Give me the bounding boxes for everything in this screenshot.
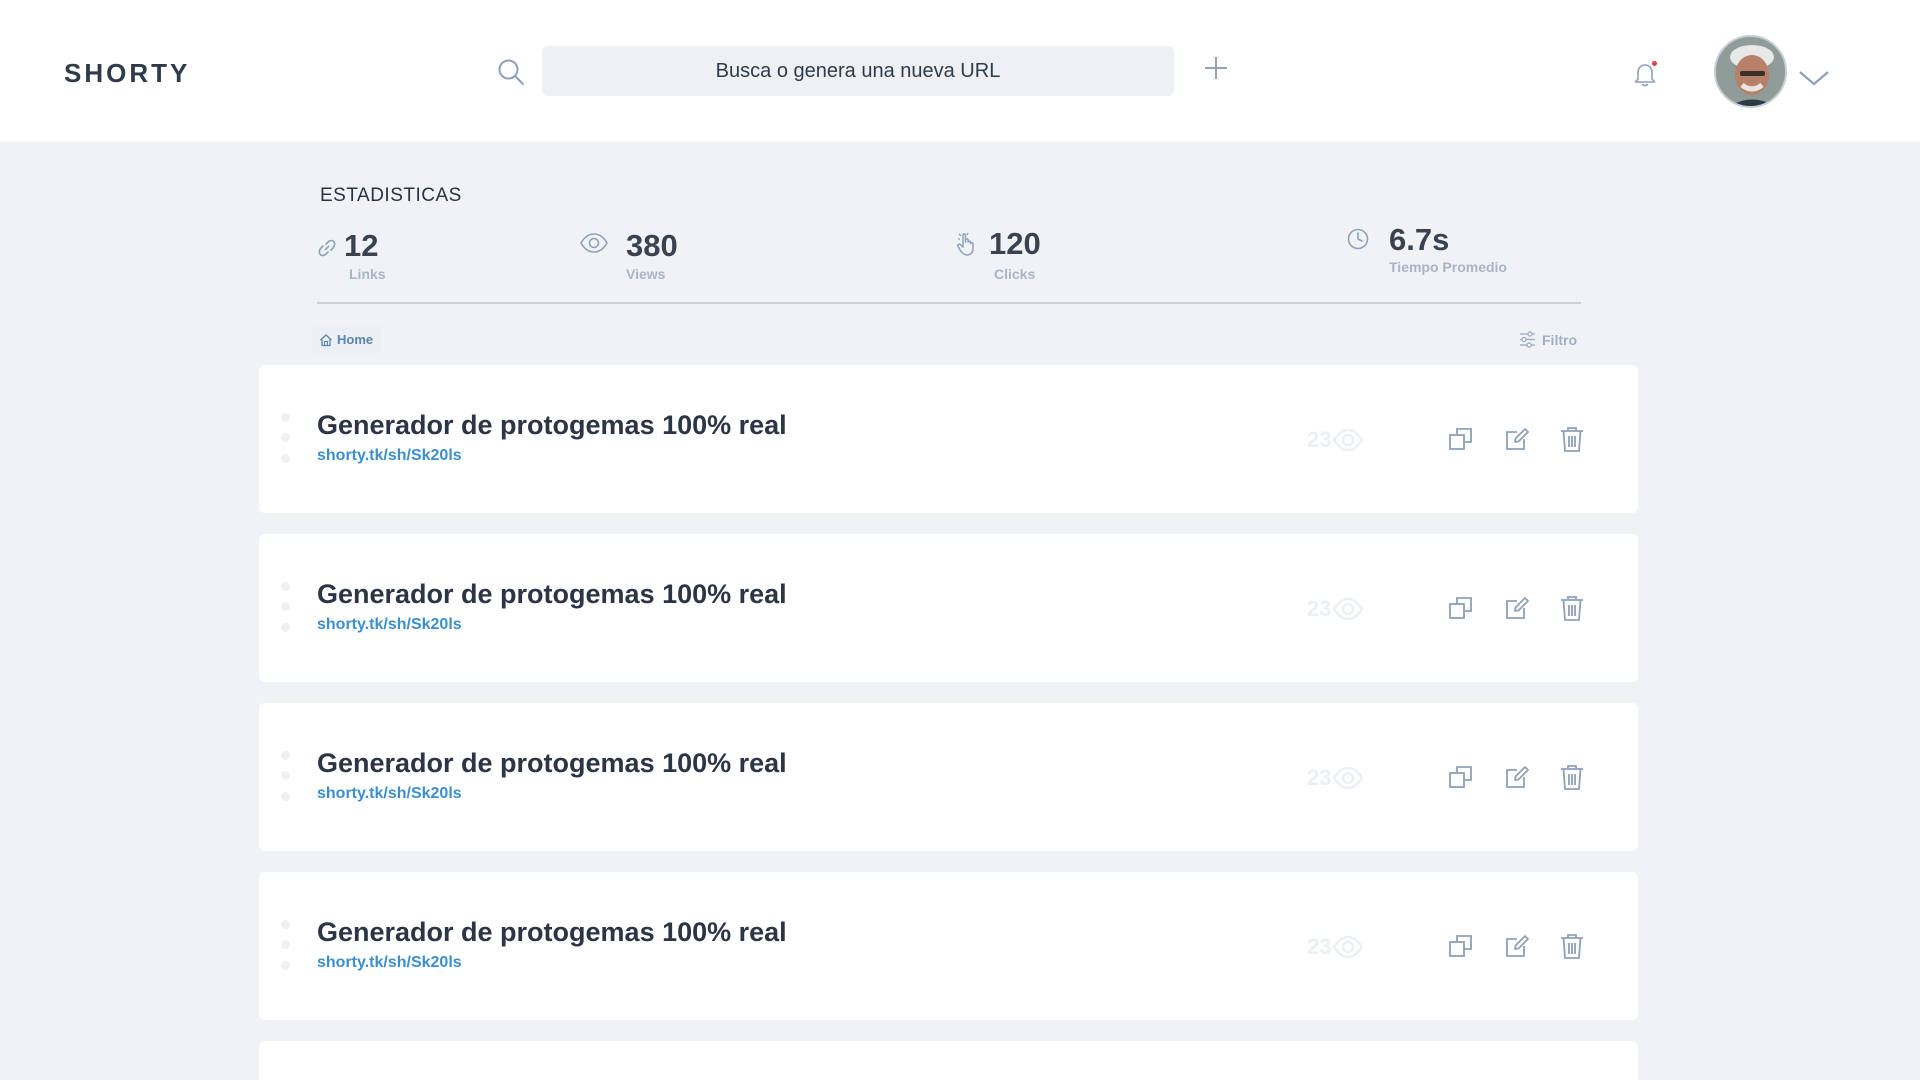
- top-header: SHORTY: [0, 0, 1920, 142]
- copy-icon[interactable]: [1447, 932, 1475, 960]
- search-icon[interactable]: [496, 57, 526, 87]
- stat-value: 380: [626, 228, 678, 263]
- avatar[interactable]: [1714, 35, 1787, 108]
- drag-handle[interactable]: [281, 582, 291, 632]
- link-views: 23: [1307, 596, 1364, 622]
- views-count: 23: [1307, 765, 1332, 790]
- app-logo[interactable]: SHORTY: [64, 58, 190, 89]
- stat-label: Links: [349, 266, 386, 282]
- link-icon: [318, 239, 336, 257]
- filter-button[interactable]: Filtro: [1519, 331, 1577, 348]
- trash-icon[interactable]: [1558, 594, 1586, 622]
- click-icon: [957, 232, 974, 256]
- trash-icon[interactable]: [1558, 932, 1586, 960]
- stat-value: 120: [989, 226, 1041, 261]
- link-card[interactable]: Generador de protogemas 100% real shorty…: [259, 365, 1638, 513]
- link-title: Generador de protogemas 100% real: [317, 748, 787, 778]
- drag-handle[interactable]: [281, 920, 291, 970]
- link-card[interactable]: Generador de protogemas 100% real shorty…: [259, 703, 1638, 851]
- views-count: 23: [1307, 934, 1332, 959]
- trash-icon[interactable]: [1558, 425, 1586, 453]
- views-count: 23: [1307, 427, 1332, 452]
- link-views: 23: [1307, 765, 1364, 791]
- sliders-icon: [1520, 331, 1535, 348]
- copy-icon[interactable]: [1447, 594, 1475, 622]
- link-card[interactable]: Generador de protogemas 100% real shorty…: [259, 534, 1638, 682]
- link-url[interactable]: shorty.tk/sh/Sk20ls: [317, 785, 462, 803]
- drag-handle[interactable]: [281, 751, 291, 801]
- edit-icon[interactable]: [1503, 932, 1531, 960]
- views-count: 23: [1307, 596, 1332, 621]
- copy-icon[interactable]: [1447, 425, 1475, 453]
- notification-dot: [1652, 61, 1657, 66]
- link-views: 23: [1307, 934, 1364, 960]
- stats-title: ESTADISTICAS: [320, 185, 462, 206]
- edit-icon[interactable]: [1503, 763, 1531, 791]
- link-url[interactable]: shorty.tk/sh/Sk20ls: [317, 954, 462, 972]
- clock-icon: [1347, 228, 1369, 250]
- filter-label: Filtro: [1542, 331, 1577, 348]
- link-title: Generador de protogemas 100% real: [317, 917, 787, 947]
- link-title: Generador de protogemas 100% real: [317, 579, 787, 609]
- link-url[interactable]: shorty.tk/sh/Sk20ls: [317, 447, 462, 465]
- stat-value: 12: [344, 228, 379, 263]
- link-url[interactable]: shorty.tk/sh/Sk20ls: [317, 616, 462, 634]
- breadcrumb-home[interactable]: Home: [312, 326, 382, 353]
- eye-icon: [1333, 429, 1364, 451]
- link-title: Generador de protogemas 100% real: [317, 410, 787, 440]
- drag-handle[interactable]: [281, 413, 291, 463]
- eye-icon: [1333, 598, 1364, 620]
- breadcrumb-label: Home: [337, 332, 374, 347]
- stat-label: Tiempo Promedio: [1389, 259, 1507, 275]
- stat-value: 6.7s: [1389, 222, 1450, 257]
- stat-label: Clicks: [994, 266, 1036, 282]
- stats-divider: [317, 302, 1581, 304]
- eye-icon: [1333, 767, 1364, 789]
- link-card[interactable]: Generador de protogemas 100% real shorty…: [259, 872, 1638, 1020]
- chevron-down-icon[interactable]: [1797, 68, 1831, 88]
- avatar-image: [1716, 37, 1785, 106]
- trash-icon[interactable]: [1558, 763, 1586, 791]
- eye-icon: [580, 233, 608, 253]
- eye-icon: [1333, 936, 1364, 958]
- search-bar: [542, 46, 1174, 96]
- search-input[interactable]: [542, 46, 1174, 96]
- stat-label: Views: [626, 266, 666, 282]
- plus-icon[interactable]: [1202, 54, 1230, 82]
- copy-icon[interactable]: [1447, 763, 1475, 791]
- edit-icon[interactable]: [1503, 594, 1531, 622]
- home-icon: [320, 333, 332, 346]
- link-views: 23: [1307, 427, 1364, 453]
- link-card[interactable]: [259, 1041, 1638, 1080]
- edit-icon[interactable]: [1503, 425, 1531, 453]
